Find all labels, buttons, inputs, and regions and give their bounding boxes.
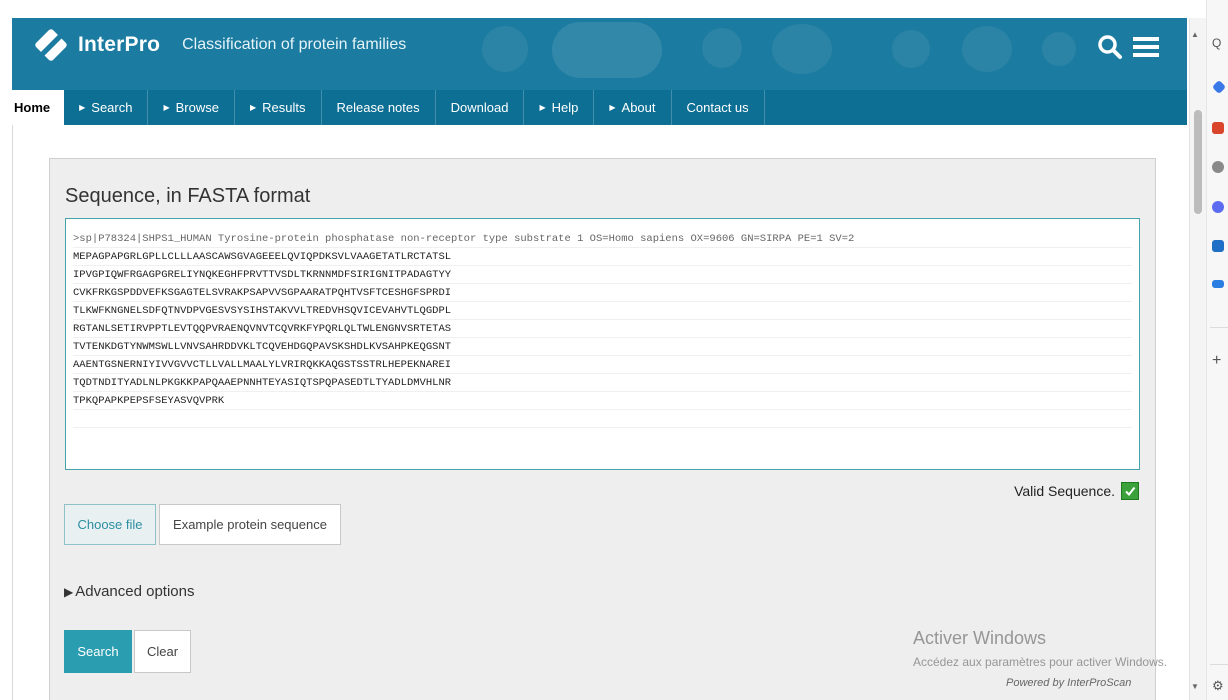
clear-button[interactable]: Clear <box>134 630 191 673</box>
sidebar-divider-bottom <box>1210 664 1228 665</box>
scroll-thumb[interactable] <box>1194 110 1202 214</box>
brand-name: InterPro <box>78 33 161 56</box>
scroll-up-icon[interactable]: ▲ <box>1191 30 1199 39</box>
sequence-line: MEPAGPAPGRLGPLLCLLLAASCAWSGVAGEEELQVIQPD… <box>73 248 1132 266</box>
sequence-line: TLKWFKNGNELSDFQTNVDPVGESVSYSIHSTAKVVLTRE… <box>73 302 1132 320</box>
browser-top-strip <box>0 0 1228 18</box>
nav-item-results[interactable]: ▶ Results <box>235 90 322 125</box>
sidebar-plus-icon[interactable]: + <box>1212 352 1221 370</box>
nav-item-label: Browse <box>175 100 219 115</box>
site-header: InterPro Classification of protein famil… <box>12 18 1187 90</box>
sidebar-toolbox-icon[interactable] <box>1212 122 1224 134</box>
nav-arrow-icon: ▶ <box>163 103 170 112</box>
sidebar-search-icon[interactable]: Q <box>1212 36 1221 50</box>
sequence-header-line: >sp|P78324|SHPS1_HUMAN Tyrosine-protein … <box>73 230 1132 248</box>
sequence-line: TPKQPAPKPEPSFSEYASVQVPRK <box>73 392 1132 410</box>
choose-file-button[interactable]: Choose file <box>64 504 156 545</box>
scroll-down-icon[interactable]: ▼ <box>1191 682 1199 691</box>
sequence-line: TQDTNDITYADLNLPKGKKPAPQAAEPNNHTEYASIQTSP… <box>73 374 1132 392</box>
tagline: Classification of protein families <box>182 36 407 53</box>
logo[interactable]: InterPro Classification of protein famil… <box>34 28 406 62</box>
sequence-empty-line <box>73 410 1132 428</box>
browser-sidebar <box>1206 0 1228 700</box>
valid-sequence-indicator: Valid Sequence. <box>1014 482 1139 500</box>
sequence-title: Sequence, in FASTA format <box>65 185 311 207</box>
nav-arrow-icon: ▶ <box>250 103 257 112</box>
sequence-line: IPVGPIQWFRGAGPGRELIYNQKEGHFPRVTTVSDLTKRN… <box>73 266 1132 284</box>
nav-item-label: About <box>621 100 656 115</box>
activate-windows-title: Activer Windows <box>913 628 1047 648</box>
nav-item-help[interactable]: ▶ Help <box>524 90 595 125</box>
content-left-border <box>12 125 13 700</box>
nav-item-contact-us[interactable]: Contact us <box>672 90 765 125</box>
sidebar-people-icon[interactable] <box>1212 161 1224 173</box>
expand-triangle-icon: ▶ <box>64 584 74 599</box>
nav-item-label: Search <box>91 100 133 115</box>
interpro-logo-icon <box>34 28 68 62</box>
sidebar-copilot-icon[interactable] <box>1212 201 1224 213</box>
checkmark-icon <box>1121 482 1139 500</box>
nav-item-download[interactable]: Download <box>436 90 525 125</box>
nav-arrow-icon: ▶ <box>609 103 616 112</box>
activate-windows-subtitle: Accédez aux paramètres pour activer Wind… <box>913 655 1168 669</box>
nav-arrow-icon: ▶ <box>79 103 86 112</box>
valid-sequence-label: Valid Sequence. <box>1014 483 1115 499</box>
example-sequence-button[interactable]: Example protein sequence <box>159 504 341 545</box>
nav-item-label: Results <box>262 100 306 115</box>
nav-item-browse[interactable]: ▶ Browse <box>148 90 235 125</box>
main-navigation: Home ▶ Search ▶ Browse ▶ Results Release notes D… <box>0 90 1187 125</box>
nav-arrow-icon: ▶ <box>539 103 546 112</box>
nav-item-release-notes[interactable]: Release notes <box>322 90 436 125</box>
sidebar-outlook-icon[interactable] <box>1212 240 1224 252</box>
nav-item-search[interactable]: ▶ Search <box>64 90 149 125</box>
search-icon[interactable] <box>1097 34 1123 60</box>
nav-item-home[interactable]: Home <box>0 90 65 125</box>
sidebar-send-icon[interactable] <box>1212 280 1224 288</box>
nav-item-label: Help <box>551 100 579 115</box>
browser-window: InterPro Classification of protein famil… <box>0 0 1228 700</box>
sequence-line: AAENTGSNERNIYIVVGVVCTLLVALLMAALYLVRIRQKK… <box>73 356 1132 374</box>
sequence-input[interactable]: >sp|P78324|SHPS1_HUMAN Tyrosine-protein … <box>65 218 1140 470</box>
menu-icon[interactable] <box>1133 36 1159 58</box>
nav-item-label: Download <box>450 100 509 115</box>
sequence-line: TVTENKDGTYNWMSWLLVNVSAHRDDVKLTCQVEHDGQPA… <box>73 338 1132 356</box>
nav-item-about[interactable]: ▶ About <box>594 90 672 125</box>
sequence-search-panel: Sequence, in FASTA format >sp|P78324|SHP… <box>49 158 1156 700</box>
sequence-line: RGTANLSETIRVPPTLEVTQQPVRAENQVNVTCQVRKFYP… <box>73 320 1132 338</box>
sequence-line: CVKFRKGSPDDVEFKSGAGTELSVRAKPSAPVVSGPAARA… <box>73 284 1132 302</box>
sidebar-divider <box>1210 327 1228 328</box>
sidebar-settings-icon[interactable]: ⚙ <box>1212 678 1224 694</box>
nav-item-label: Home <box>14 100 51 115</box>
search-button[interactable]: Search <box>64 630 132 673</box>
advanced-options-toggle[interactable]: ▶ Advanced options <box>64 583 195 600</box>
advanced-options-label: Advanced options <box>75 583 195 600</box>
powered-by-label: Powered by InterProScan <box>1006 677 1132 689</box>
nav-item-label: Release notes <box>336 100 420 115</box>
nav-item-label: Contact us <box>686 100 749 115</box>
